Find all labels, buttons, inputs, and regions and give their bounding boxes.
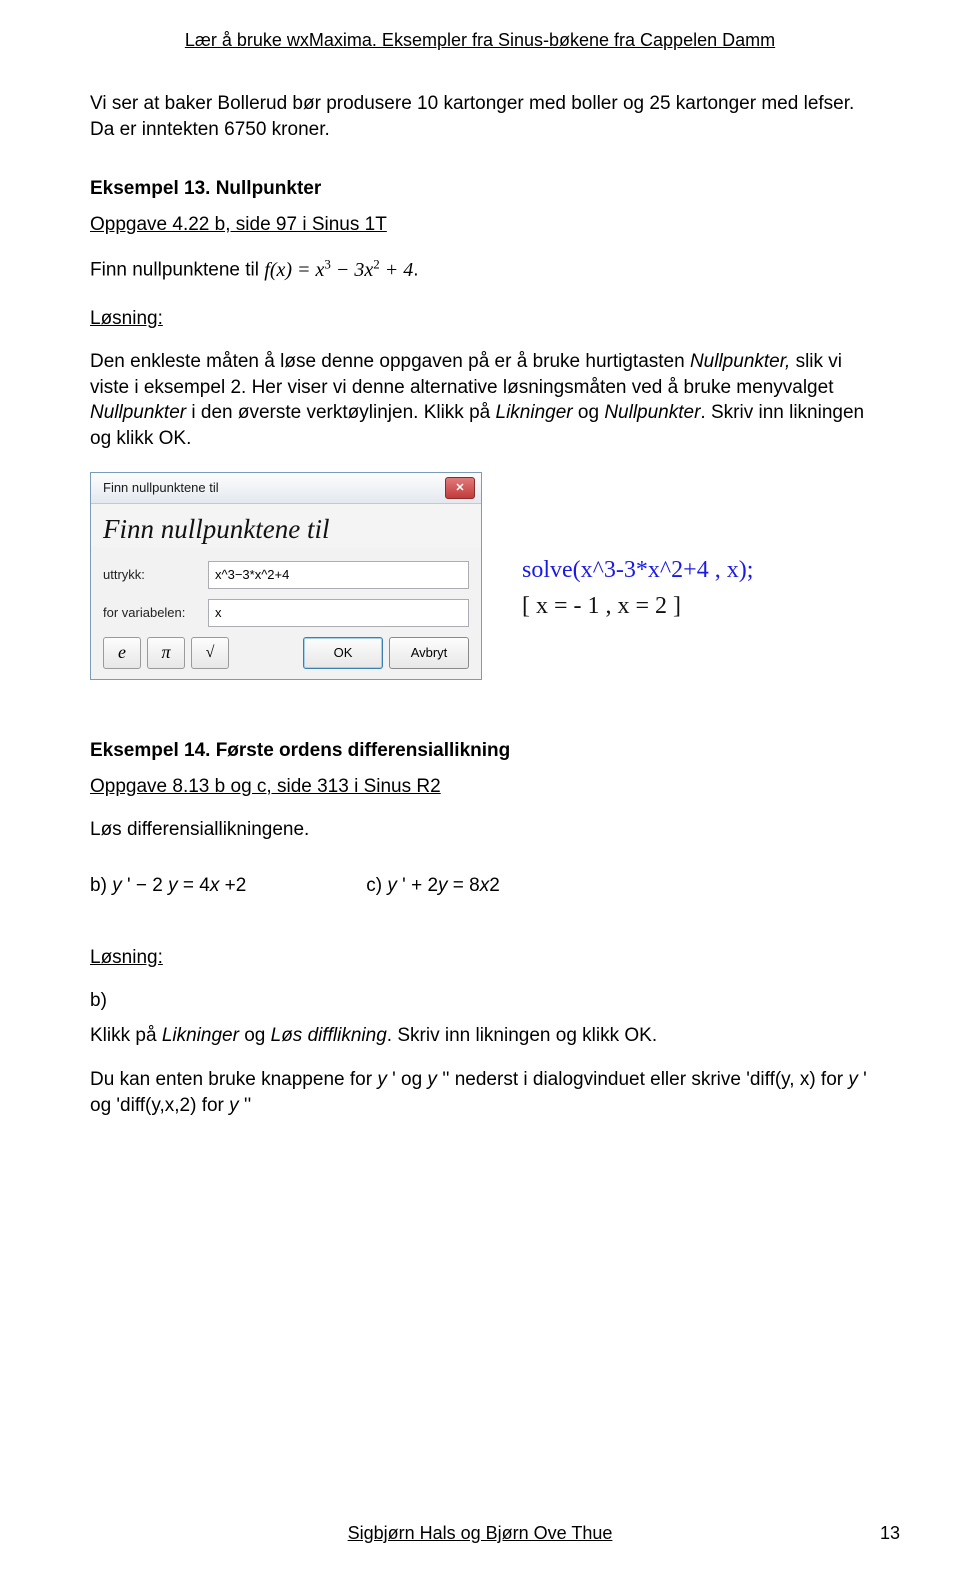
code-line-1: solve(x^3-3*x^2+4 , x); (522, 552, 753, 588)
ex13-formula: f(x) = x3 − 3x2 + 4 (264, 259, 413, 281)
code-line-2: [ x = - 1 , x = 2 ] (522, 588, 753, 624)
dialog-title-text: Finn nullpunktene til (103, 480, 219, 495)
sqrt-button[interactable]: √ (191, 637, 229, 669)
label-expression: uttrykk: (103, 567, 208, 582)
running-header: Lær å bruke wxMaxima. Eksempler fra Sinu… (90, 0, 870, 51)
pi-button[interactable]: π (147, 637, 185, 669)
ex14-instr: Løs differensiallikningene. (90, 817, 870, 843)
sol-b-label: b) (90, 988, 870, 1014)
close-icon[interactable]: ✕ (445, 477, 475, 499)
ok-button[interactable]: OK (303, 637, 383, 669)
label-variable: for variabelen: (103, 605, 208, 620)
ex14-heading: Eksempel 14. Første ordens differensiall… (90, 740, 870, 762)
dialog-heading: Finn nullpunktene til (91, 504, 481, 547)
variable-input[interactable] (208, 599, 469, 627)
expression-input[interactable] (208, 561, 469, 589)
ex13-solution-body: Den enkleste måten å løse denne oppgaven… (90, 349, 870, 452)
e-button[interactable]: e (103, 637, 141, 669)
page-number: 13 (880, 1523, 900, 1544)
sol-b-text: Klikk på Likninger og Løs difflikning. S… (90, 1023, 870, 1049)
ex14-solution-label: Løsning: (90, 947, 870, 969)
eq-b: b) y ' − 2 y = 4x +2 (90, 875, 246, 897)
cancel-button[interactable]: Avbryt (389, 637, 469, 669)
ex13-heading: Eksempel 13. Nullpunkter (90, 178, 870, 200)
sol-note: Du kan enten bruke knappene for y ' og y… (90, 1067, 870, 1118)
dialog-window: Finn nullpunktene til ✕ Finn nullpunkten… (90, 472, 482, 680)
intro-text: Vi ser at baker Bollerud bør produsere 1… (90, 91, 870, 142)
maxima-output: solve(x^3-3*x^2+4 , x); [ x = - 1 , x = … (522, 472, 753, 624)
ex14-task-ref: Oppgave 8.13 b og c, side 313 i Sinus R2 (90, 776, 870, 798)
eq-c: c) y ' + 2y = 8x2 (366, 875, 500, 897)
page-footer: Sigbjørn Hals og Bjørn Ove Thue (0, 1523, 960, 1544)
find-prefix: Finn nullpunktene til (90, 260, 264, 281)
ex13-task-ref: Oppgave 4.22 b, side 97 i Sinus 1T (90, 214, 870, 236)
ex13-solution-label: Løsning: (90, 308, 870, 330)
ex13-find-line: Finn nullpunktene til f(x) = x3 − 3x2 + … (90, 255, 870, 284)
dialog-titlebar: Finn nullpunktene til ✕ (91, 473, 481, 504)
